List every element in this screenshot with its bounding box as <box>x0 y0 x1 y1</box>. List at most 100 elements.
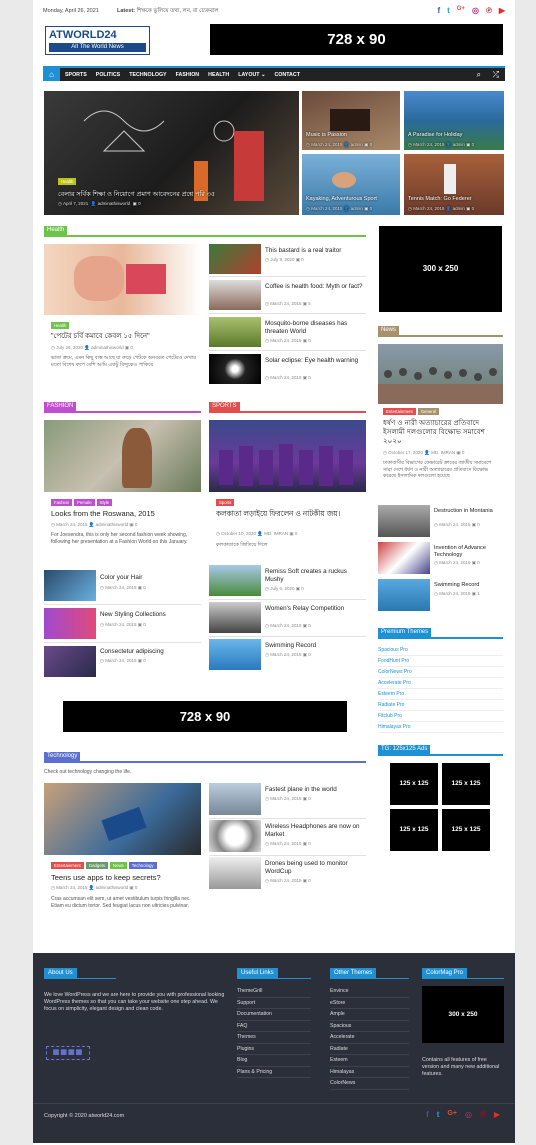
news-item-1-comments[interactable]: 0 <box>477 522 480 527</box>
news-item-3-image[interactable] <box>378 579 430 611</box>
news-item-1-image[interactable] <box>378 505 430 537</box>
premium-link-esteem[interactable]: Esteem Pro <box>378 689 503 700</box>
fashion-main-image[interactable] <box>44 420 201 492</box>
health-main-title[interactable]: "পেটের চর্বি কমাবে কেবল ১৫ দিনে" <box>51 333 201 341</box>
hero-main-title[interactable]: বেলার সর্বিক শিক্ষা ও নিয়োগে প্রমাণ আবে… <box>58 189 288 200</box>
youtube-icon[interactable]: ▶ <box>499 6 505 15</box>
nav-item-sports[interactable]: SPORTS <box>65 72 87 78</box>
hero-tile-2-comments[interactable]: 0 <box>472 142 475 147</box>
news-main-comments[interactable]: 0 <box>462 450 465 455</box>
nav-item-fashion[interactable]: FASHION <box>176 72 200 78</box>
news-item-1-title[interactable]: Destruction in Montania <box>434 508 502 515</box>
footer-link-themes[interactable]: Themes <box>237 1032 311 1044</box>
technology-section-title[interactable]: Technology <box>44 752 81 761</box>
hero-tile-3[interactable]: Kayaking, Adventurous Sport ◷ March 24, … <box>302 154 400 215</box>
health-main-comments[interactable]: 0 <box>130 345 133 350</box>
sports-item-3-title[interactable]: Swimming Record <box>265 642 365 650</box>
random-post-icon[interactable]: ⤮ <box>493 70 499 80</box>
health-item-3-comments[interactable]: 0 <box>308 338 311 343</box>
technology-item-3-title[interactable]: Drones being used to monitor WordCup <box>265 860 365 875</box>
pinterest-icon[interactable]: ℗ <box>486 6 492 15</box>
technology-item-2-comments[interactable]: 0 <box>308 841 311 846</box>
hero-tile-1-comments[interactable]: 0 <box>370 142 373 147</box>
health-item-2-comments[interactable]: 5 <box>308 301 311 306</box>
news-main-image[interactable] <box>378 344 503 404</box>
premium-link-radiate[interactable]: Radiate Pro <box>378 700 503 711</box>
footer-theme-radiate[interactable]: Radiate <box>330 1044 409 1055</box>
fashion-main-comments[interactable]: 0 <box>135 522 138 527</box>
fashion-item-3-comments[interactable]: 0 <box>143 658 146 663</box>
footer-instagram-icon[interactable]: ◎ <box>465 1110 472 1119</box>
footer-twitter-icon[interactable]: t <box>437 1110 440 1119</box>
site-logo[interactable]: ATWORLD24 All The World News <box>45 26 150 55</box>
fashion-main-title[interactable]: Looks from the Roswana, 2015 <box>51 510 201 518</box>
technology-main-badge-1[interactable]: Entertainment <box>51 862 84 869</box>
hero-tile-2[interactable]: A Paradise for Holiday ◷ March 24, 2015 … <box>404 91 504 150</box>
news-item-3-title[interactable]: Swimming Record <box>434 582 502 589</box>
footer-google-plus-icon[interactable]: G+ <box>447 1110 457 1119</box>
news-item-2-image[interactable] <box>378 542 430 574</box>
footer-link-plugins[interactable]: Plugins <box>237 1044 311 1055</box>
sports-main-author[interactable]: MD. IMRAN <box>264 531 288 536</box>
ad-125-1[interactable]: 125 x 125 <box>390 763 438 805</box>
health-item-1-title[interactable]: This bastard is a real traitor <box>265 247 365 255</box>
sports-item-3-comments[interactable]: 0 <box>308 652 311 657</box>
premium-themes-title[interactable]: Premium Themes <box>378 628 432 637</box>
nav-item-health[interactable]: HEALTH <box>208 72 229 78</box>
footer-youtube-icon[interactable]: ▶ <box>494 1110 500 1119</box>
technology-item-2-title[interactable]: Wireless Headphones are now on Market <box>265 823 365 838</box>
hero-main-author[interactable]: adminathisworld <box>98 201 131 206</box>
hero-tile-4[interactable]: Tennis Match: Go Federer ◷ March 24, 201… <box>404 154 504 215</box>
sports-main-image[interactable] <box>209 420 366 492</box>
fashion-main-badge-1[interactable]: Fashion <box>51 499 73 506</box>
ads-widget-title[interactable]: TG: 125x125 Ads <box>378 745 431 754</box>
hero-main-comments[interactable]: 0 <box>138 201 141 206</box>
health-item-1-comments[interactable]: 0 <box>301 257 304 262</box>
mid-ad-banner[interactable]: 728 x 90 <box>63 701 347 732</box>
hero-tile-2-title[interactable]: A Paradise for Holiday <box>408 132 462 138</box>
footer-link-faq[interactable]: FAQ <box>237 1021 311 1032</box>
header-ad-banner[interactable]: 728 x 90 <box>210 24 503 55</box>
hero-tile-4-comments[interactable]: 0 <box>472 206 475 211</box>
health-item-4-title[interactable]: Solar eclipse: Eye health warning <box>265 357 365 365</box>
health-main-author[interactable]: adminathisworld <box>91 345 124 350</box>
footer-theme-colornews[interactable]: ColorNews <box>330 1078 409 1090</box>
hero-tile-1-author[interactable]: admin <box>351 142 363 147</box>
technology-main-author[interactable]: adminathisworld <box>96 885 129 890</box>
footer-logo-icon[interactable]: ▦▦▦▦ <box>46 1046 90 1060</box>
sports-main-comments[interactable]: 0 <box>295 531 298 536</box>
nav-item-technology[interactable]: TECHNOLOGY <box>129 72 166 78</box>
technology-item-3-comments[interactable]: 0 <box>308 878 311 883</box>
news-item-2-comments[interactable]: 0 <box>477 560 480 565</box>
technology-main-badge-3[interactable]: News <box>110 862 127 869</box>
hero-main-badge[interactable]: Health <box>58 178 77 185</box>
health-item-2-title[interactable]: Coffee is health food: Myth or fact? <box>265 283 365 291</box>
hero-tile-1[interactable]: Music is Passion ◷ March 24, 2015 👤 admi… <box>302 91 400 150</box>
premium-link-colornews[interactable]: ColorNews Pro <box>378 667 503 678</box>
health-item-1-image[interactable] <box>209 244 261 274</box>
hero-tile-2-author[interactable]: admin <box>453 142 465 147</box>
sports-main-badge[interactable]: Sports <box>216 499 235 506</box>
fashion-item-1-comments[interactable]: 0 <box>143 585 146 590</box>
footer-ad-300x250[interactable]: 300 x 250 <box>422 986 504 1043</box>
health-item-3-title[interactable]: Mosquito-borne diseases has threaten Wor… <box>265 320 365 335</box>
fashion-main-badge-3[interactable]: Style <box>96 499 113 506</box>
premium-link-foodhunt[interactable]: FoodHunt Pro <box>378 656 503 667</box>
fashion-item-3-image[interactable] <box>44 646 96 677</box>
fashion-item-1-image[interactable] <box>44 570 96 601</box>
hero-tile-4-title[interactable]: Tennis Match: Go Federer <box>408 196 472 202</box>
footer-link-plans[interactable]: Plans & Pricing <box>237 1067 311 1078</box>
footer-theme-accelerate[interactable]: Accelerate <box>330 1032 409 1044</box>
fashion-main-badge-2[interactable]: Female <box>74 499 95 506</box>
technology-main-title[interactable]: Teens use apps to keep secrets? <box>51 874 201 882</box>
footer-link-blog[interactable]: Blog <box>237 1055 311 1067</box>
technology-item-1-comments[interactable]: 0 <box>308 796 311 801</box>
search-icon[interactable]: ⌕ <box>477 70 481 80</box>
latest-headline[interactable]: শিক্ষকে ভুলিয়ে তথ্য, লন, রা চ্যেকবাল <box>137 8 219 14</box>
nav-item-contact[interactable]: CONTACT <box>274 72 300 78</box>
footer-theme-ample[interactable]: Ample <box>330 1009 409 1021</box>
fashion-item-2-comments[interactable]: 0 <box>143 622 146 627</box>
fashion-section-title[interactable]: FASHION <box>44 402 77 411</box>
news-item-2-title[interactable]: Invention of Advance Technology <box>434 545 502 559</box>
sports-main-title[interactable]: কলকাতা লড়াইয়ে ফিরলেন ও নাটকীয় জয়। <box>216 509 366 518</box>
